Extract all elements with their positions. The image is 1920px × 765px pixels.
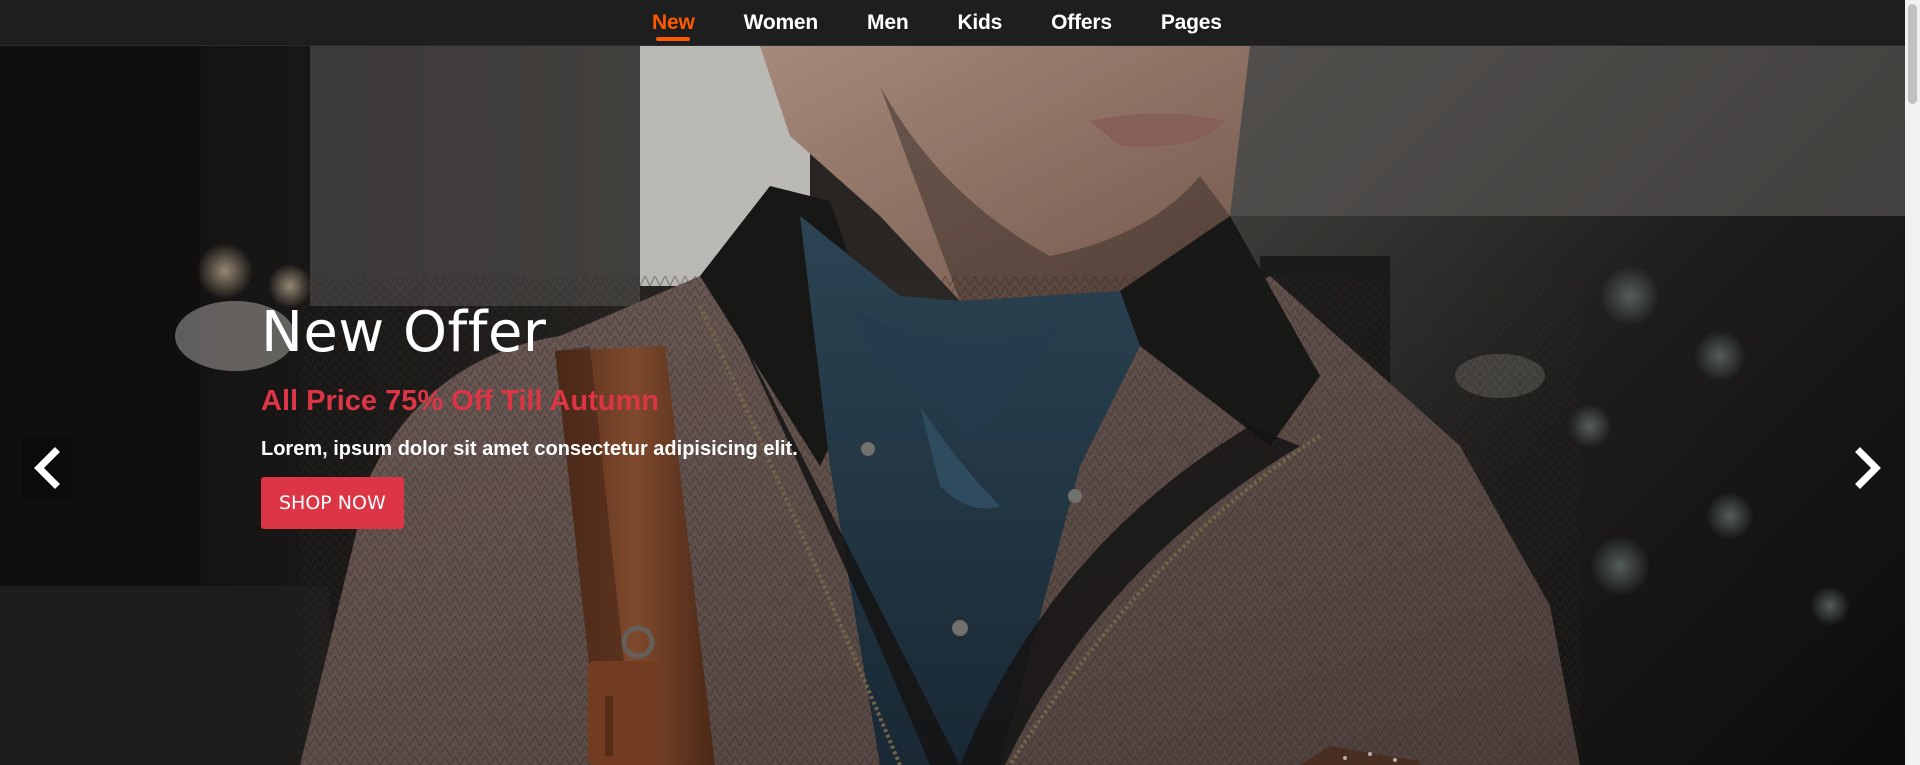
scrollbar-thumb[interactable] — [1908, 4, 1917, 104]
page-scrollbar[interactable] — [1905, 0, 1920, 765]
page: New Women Men Kids Offers Pages New Offe… — [0, 0, 1920, 765]
hero-description: Lorem, ipsum dolor sit amet consectetur … — [261, 438, 798, 460]
top-navbar: New Women Men Kids Offers Pages — [0, 0, 1905, 46]
chevron-right-icon — [1855, 447, 1881, 489]
hero-carousel: New Offer All Price 75% Off Till Autumn … — [0, 46, 1905, 765]
chevron-left-icon — [34, 447, 60, 489]
carousel-next-button[interactable] — [1843, 438, 1893, 498]
hero-subtitle: All Price 75% Off Till Autumn — [261, 385, 660, 417]
shop-now-button[interactable]: SHOP NOW — [261, 477, 404, 529]
carousel-prev-button[interactable] — [22, 438, 72, 498]
nav-item-new[interactable]: New — [652, 0, 695, 45]
nav-item-pages[interactable]: Pages — [1161, 0, 1222, 45]
nav-menu: New Women Men Kids Offers Pages — [652, 0, 1271, 45]
hero-caption: New Offer All Price 75% Off Till Autumn … — [261, 300, 798, 529]
hero-title: New Offer — [261, 300, 547, 365]
nav-item-men[interactable]: Men — [867, 0, 909, 45]
nav-item-kids[interactable]: Kids — [957, 0, 1002, 45]
nav-item-women[interactable]: Women — [744, 0, 819, 45]
nav-item-offers[interactable]: Offers — [1051, 0, 1112, 45]
